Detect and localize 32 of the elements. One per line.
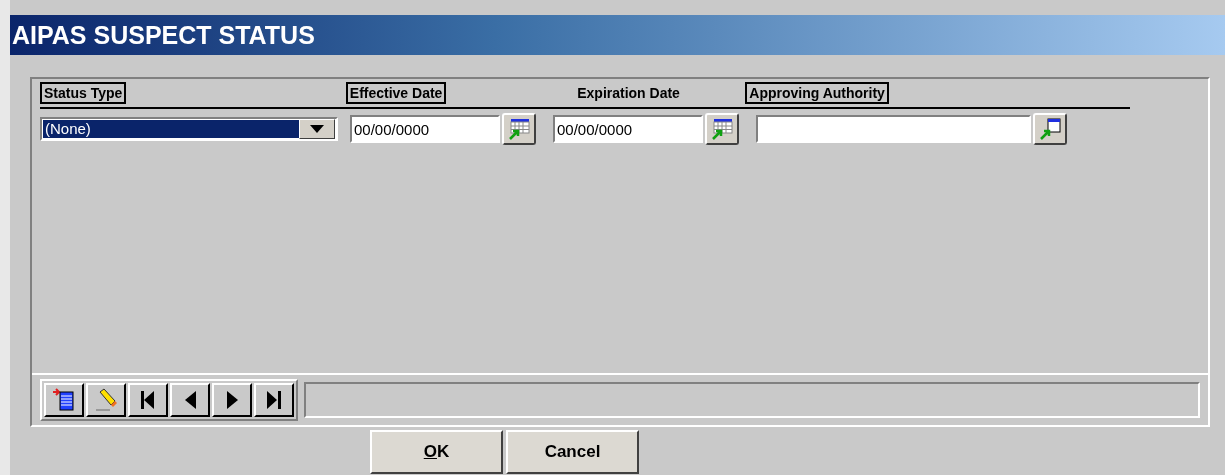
column-header: Approving Authority — [745, 82, 889, 104]
last-record-icon — [267, 391, 281, 409]
caret-icon — [310, 125, 324, 133]
calendar-button[interactable] — [705, 113, 739, 145]
window-title: AIPAS SUSPECT STATUS — [12, 20, 315, 50]
dropdown-button[interactable] — [299, 119, 335, 139]
dialog-button[interactable]: OK — [370, 430, 503, 474]
prev-record-button[interactable] — [170, 383, 210, 417]
status-type-dropdown[interactable]: (None) — [40, 117, 338, 141]
date-field[interactable]: 00/00/0000 — [350, 115, 500, 143]
calendar-icon — [710, 117, 734, 141]
eraser-icon — [94, 388, 118, 412]
first-record-icon — [141, 391, 155, 409]
lookup-button[interactable] — [1033, 113, 1067, 145]
dropdown-value: (None) — [43, 120, 299, 138]
column-header: Expiration Date — [576, 84, 681, 103]
calendar-icon — [507, 117, 531, 141]
calendar-button[interactable] — [502, 113, 536, 145]
next-icon — [226, 391, 238, 409]
previous-icon — [184, 391, 196, 409]
column-header: Effective Date — [345, 82, 447, 104]
date-field[interactable]: 00/00/0000 — [553, 115, 703, 143]
eraser-button[interactable] — [86, 383, 126, 417]
next-record-button[interactable] — [212, 383, 252, 417]
column-header: Status Type — [40, 82, 127, 104]
dialog-button[interactable]: Cancel — [506, 430, 639, 474]
last-record-button[interactable] — [254, 383, 294, 417]
new-record-icon — [52, 388, 76, 412]
new-record-button[interactable] — [44, 383, 84, 417]
first-record-button[interactable] — [128, 383, 168, 417]
lookup-icon — [1038, 117, 1062, 141]
approving-authority-field[interactable] — [756, 115, 1031, 143]
